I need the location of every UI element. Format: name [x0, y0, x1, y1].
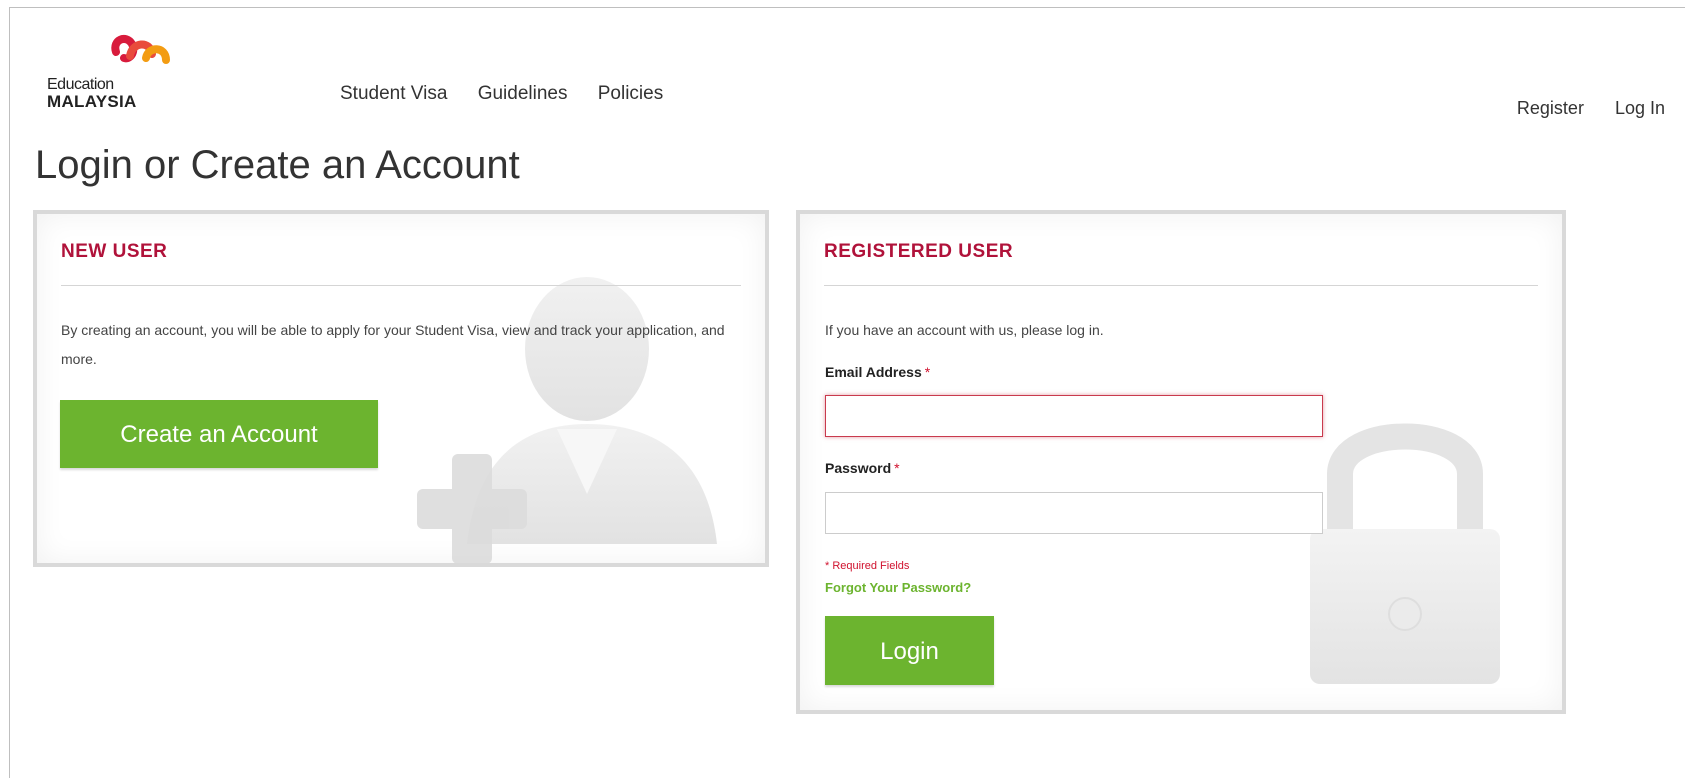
password-label: Password * [825, 460, 900, 476]
required-asterisk: * [924, 364, 931, 380]
auth-links: Register Log In [1491, 98, 1665, 119]
page-title: Login or Create an Account [35, 143, 520, 187]
logo-swirl-icon [111, 34, 170, 64]
password-label-text: Password [825, 460, 892, 476]
forgot-password-link[interactable]: Forgot Your Password? [825, 580, 971, 595]
register-link[interactable]: Register [1517, 98, 1584, 118]
required-fields-note: * Required Fields [825, 560, 910, 572]
email-label-text: Email Address [825, 364, 922, 380]
registered-user-panel: REGISTERED USER If you have an account w… [796, 210, 1566, 714]
new-user-panel: NEW USER By creating an account, you wil… [33, 210, 769, 567]
registered-user-heading: REGISTERED USER [824, 241, 1014, 262]
email-label: Email Address * [825, 364, 930, 380]
registered-user-intro: If you have an account with us, please l… [825, 322, 1104, 338]
padlock-icon [1310, 423, 1500, 684]
education-malaysia-logo[interactable]: Education MALAYSIA [47, 30, 177, 114]
new-user-description: By creating an account, you will be able… [61, 322, 725, 367]
email-field[interactable] [825, 395, 1323, 437]
nav-policies[interactable]: Policies [598, 83, 663, 104]
user-add-icon [417, 277, 717, 563]
required-asterisk: * [894, 460, 900, 476]
heading-divider [61, 285, 741, 286]
login-link[interactable]: Log In [1615, 98, 1665, 118]
logo-text-malaysia: MALAYSIA [47, 92, 137, 111]
main-nav: Student Visa Guidelines Policies [340, 83, 688, 105]
nav-guidelines[interactable]: Guidelines [478, 83, 568, 104]
new-user-heading: NEW USER [61, 241, 168, 262]
password-field[interactable] [825, 492, 1323, 534]
login-button[interactable]: Login [825, 616, 994, 685]
heading-divider [824, 285, 1538, 286]
nav-student-visa[interactable]: Student Visa [340, 83, 447, 104]
create-account-button[interactable]: Create an Account [60, 400, 378, 468]
